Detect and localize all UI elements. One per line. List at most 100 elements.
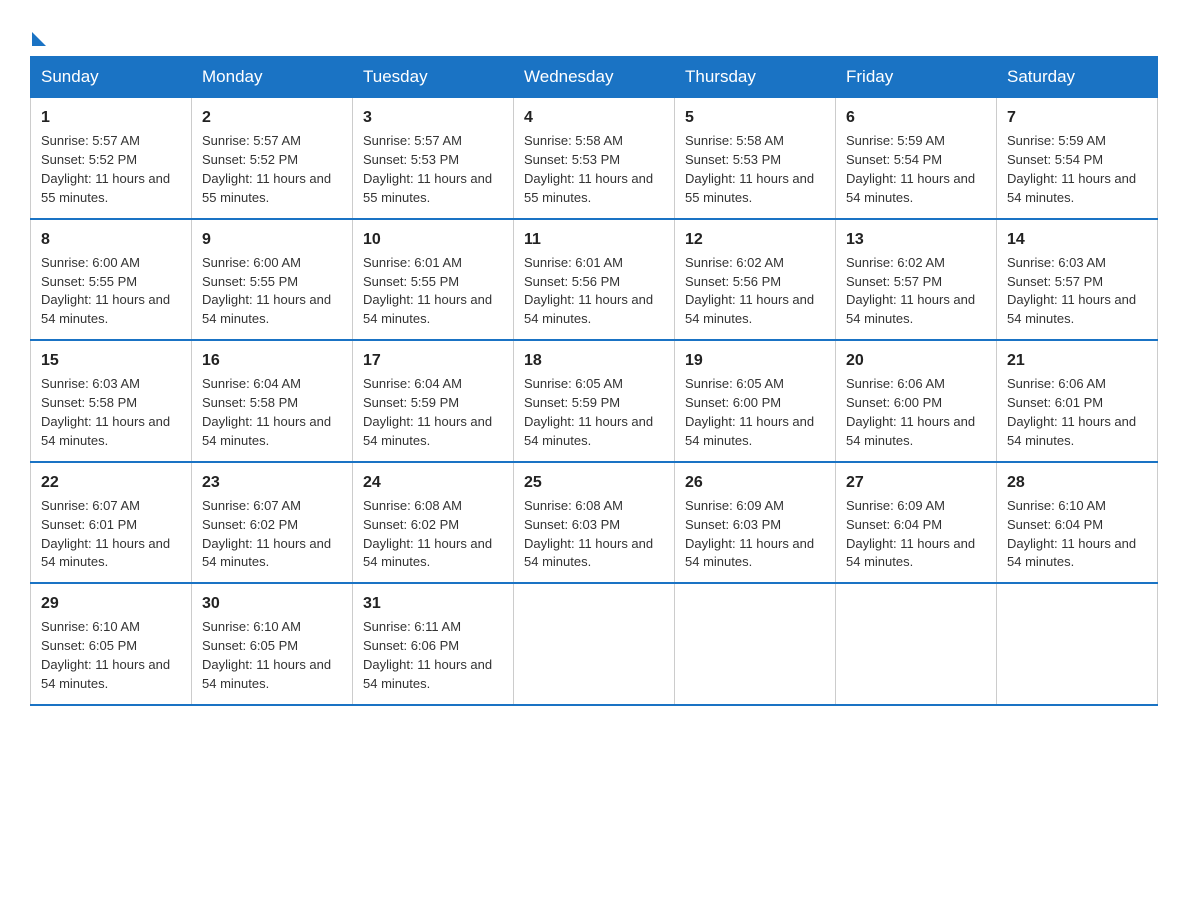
calendar-cell: 7 Sunrise: 5:59 AMSunset: 5:54 PMDaylight… [997,98,1158,219]
day-info: Sunrise: 6:08 AMSunset: 6:02 PMDaylight:… [363,497,503,572]
calendar-cell: 31Sunrise: 6:11 AMSunset: 6:06 PMDayligh… [353,583,514,705]
calendar-cell: 24 Sunrise: 6:08 AMSunset: 6:02 PMDayligh… [353,462,514,584]
calendar-cell: 22 Sunrise: 6:07 AMSunset: 6:01 PMDayligh… [31,462,192,584]
calendar-cell: 4Sunrise: 5:58 AMSunset: 5:53 PMDaylight… [514,98,675,219]
day-info: Sunrise: 6:05 AMSunset: 6:00 PMDaylight:… [685,375,825,450]
calendar-cell: 23 Sunrise: 6:07 AMSunset: 6:02 PMDayligh… [192,462,353,584]
day-number: 18 [524,349,664,372]
calendar-week-2: 8 Sunrise: 6:00 AMSunset: 5:55 PMDaylight… [31,219,1158,341]
calendar-cell: 27 Sunrise: 6:09 AMSunset: 6:04 PMDayligh… [836,462,997,584]
calendar-cell: 10Sunrise: 6:01 AMSunset: 5:55 PMDayligh… [353,219,514,341]
day-number: 30 [202,592,342,615]
calendar-week-1: 1 Sunrise: 5:57 AMSunset: 5:52 PMDaylight… [31,98,1158,219]
day-number: 8 [41,228,181,251]
day-info: Sunrise: 6:10 AMSunset: 6:05 PMDaylight:… [202,618,342,693]
day-info: Sunrise: 6:07 AMSunset: 6:02 PMDaylight:… [202,497,342,572]
day-info: Sunrise: 5:59 AMSunset: 5:54 PMDaylight:… [1007,132,1147,207]
weekday-header-friday: Friday [836,57,997,98]
calendar-cell: 18 Sunrise: 6:05 AMSunset: 5:59 PMDayligh… [514,340,675,462]
day-number: 29 [41,592,181,615]
day-number: 1 [41,106,181,129]
calendar-cell: 20 Sunrise: 6:06 AMSunset: 6:00 PMDayligh… [836,340,997,462]
day-info: Sunrise: 6:10 AMSunset: 6:04 PMDaylight:… [1007,497,1147,572]
weekday-header-saturday: Saturday [997,57,1158,98]
day-info: Sunrise: 6:09 AMSunset: 6:03 PMDaylight:… [685,497,825,572]
calendar-cell [514,583,675,705]
calendar-cell: 19 Sunrise: 6:05 AMSunset: 6:00 PMDayligh… [675,340,836,462]
day-info: Sunrise: 6:04 AMSunset: 5:59 PMDaylight:… [363,375,503,450]
calendar-cell: 26 Sunrise: 6:09 AMSunset: 6:03 PMDayligh… [675,462,836,584]
weekday-header-row: SundayMondayTuesdayWednesdayThursdayFrid… [31,57,1158,98]
calendar-cell: 8Sunrise: 6:00 AMSunset: 5:55 PMDaylight… [31,219,192,341]
day-info: Sunrise: 6:06 AMSunset: 6:01 PMDaylight:… [1007,375,1147,450]
day-number: 9 [202,228,342,251]
day-number: 17 [363,349,503,372]
day-info: Sunrise: 6:03 AMSunset: 5:57 PMDaylight:… [1007,254,1147,329]
weekday-header-thursday: Thursday [675,57,836,98]
day-number: 27 [846,471,986,494]
calendar-cell: 15Sunrise: 6:03 AMSunset: 5:58 PMDayligh… [31,340,192,462]
day-number: 25 [524,471,664,494]
day-number: 28 [1007,471,1147,494]
day-number: 15 [41,349,181,372]
day-number: 3 [363,106,503,129]
calendar-cell: 3Sunrise: 5:57 AMSunset: 5:53 PMDaylight… [353,98,514,219]
calendar-week-4: 22 Sunrise: 6:07 AMSunset: 6:01 PMDayligh… [31,462,1158,584]
calendar-cell: 13Sunrise: 6:02 AMSunset: 5:57 PMDayligh… [836,219,997,341]
day-number: 26 [685,471,825,494]
calendar-cell: 16Sunrise: 6:04 AMSunset: 5:58 PMDayligh… [192,340,353,462]
day-info: Sunrise: 5:59 AMSunset: 5:54 PMDaylight:… [846,132,986,207]
day-info: Sunrise: 6:07 AMSunset: 6:01 PMDaylight:… [41,497,181,572]
day-number: 6 [846,106,986,129]
calendar-cell: 6 Sunrise: 5:59 AMSunset: 5:54 PMDaylight… [836,98,997,219]
day-number: 21 [1007,349,1147,372]
day-number: 19 [685,349,825,372]
calendar-cell [836,583,997,705]
weekday-header-wednesday: Wednesday [514,57,675,98]
calendar-cell: 12 Sunrise: 6:02 AMSunset: 5:56 PMDayligh… [675,219,836,341]
calendar-cell [997,583,1158,705]
day-number: 5 [685,106,825,129]
calendar-cell: 2 Sunrise: 5:57 AMSunset: 5:52 PMDaylight… [192,98,353,219]
calendar-table: SundayMondayTuesdayWednesdayThursdayFrid… [30,56,1158,706]
day-info: Sunrise: 5:58 AMSunset: 5:53 PMDaylight:… [524,132,664,207]
day-info: Sunrise: 6:08 AMSunset: 6:03 PMDaylight:… [524,497,664,572]
day-number: 20 [846,349,986,372]
day-number: 23 [202,471,342,494]
calendar-cell: 21 Sunrise: 6:06 AMSunset: 6:01 PMDayligh… [997,340,1158,462]
day-info: Sunrise: 6:06 AMSunset: 6:00 PMDaylight:… [846,375,986,450]
calendar-cell: 28 Sunrise: 6:10 AMSunset: 6:04 PMDayligh… [997,462,1158,584]
calendar-cell [675,583,836,705]
calendar-cell: 30 Sunrise: 6:10 AMSunset: 6:05 PMDayligh… [192,583,353,705]
day-number: 11 [524,228,664,251]
day-number: 12 [685,228,825,251]
day-info: Sunrise: 5:58 AMSunset: 5:53 PMDaylight:… [685,132,825,207]
day-info: Sunrise: 6:00 AMSunset: 5:55 PMDaylight:… [202,254,342,329]
day-number: 7 [1007,106,1147,129]
day-info: Sunrise: 5:57 AMSunset: 5:52 PMDaylight:… [41,132,181,207]
weekday-header-monday: Monday [192,57,353,98]
logo-arrow-icon [32,32,46,46]
day-info: Sunrise: 6:09 AMSunset: 6:04 PMDaylight:… [846,497,986,572]
weekday-header-sunday: Sunday [31,57,192,98]
calendar-cell: 11 Sunrise: 6:01 AMSunset: 5:56 PMDayligh… [514,219,675,341]
calendar-cell: 5 Sunrise: 5:58 AMSunset: 5:53 PMDaylight… [675,98,836,219]
calendar-cell: 1 Sunrise: 5:57 AMSunset: 5:52 PMDaylight… [31,98,192,219]
calendar-cell: 17 Sunrise: 6:04 AMSunset: 5:59 PMDayligh… [353,340,514,462]
calendar-cell: 9 Sunrise: 6:00 AMSunset: 5:55 PMDaylight… [192,219,353,341]
day-info: Sunrise: 6:01 AMSunset: 5:55 PMDaylight:… [363,254,503,329]
day-info: Sunrise: 5:57 AMSunset: 5:52 PMDaylight:… [202,132,342,207]
day-number: 16 [202,349,342,372]
calendar-week-3: 15Sunrise: 6:03 AMSunset: 5:58 PMDayligh… [31,340,1158,462]
day-info: Sunrise: 6:02 AMSunset: 5:56 PMDaylight:… [685,254,825,329]
day-number: 22 [41,471,181,494]
calendar-cell: 14 Sunrise: 6:03 AMSunset: 5:57 PMDayligh… [997,219,1158,341]
day-info: Sunrise: 6:05 AMSunset: 5:59 PMDaylight:… [524,375,664,450]
day-info: Sunrise: 6:01 AMSunset: 5:56 PMDaylight:… [524,254,664,329]
day-number: 24 [363,471,503,494]
day-info: Sunrise: 6:11 AMSunset: 6:06 PMDaylight:… [363,618,503,693]
day-number: 14 [1007,228,1147,251]
weekday-header-tuesday: Tuesday [353,57,514,98]
day-number: 2 [202,106,342,129]
calendar-week-5: 29 Sunrise: 6:10 AMSunset: 6:05 PMDayligh… [31,583,1158,705]
